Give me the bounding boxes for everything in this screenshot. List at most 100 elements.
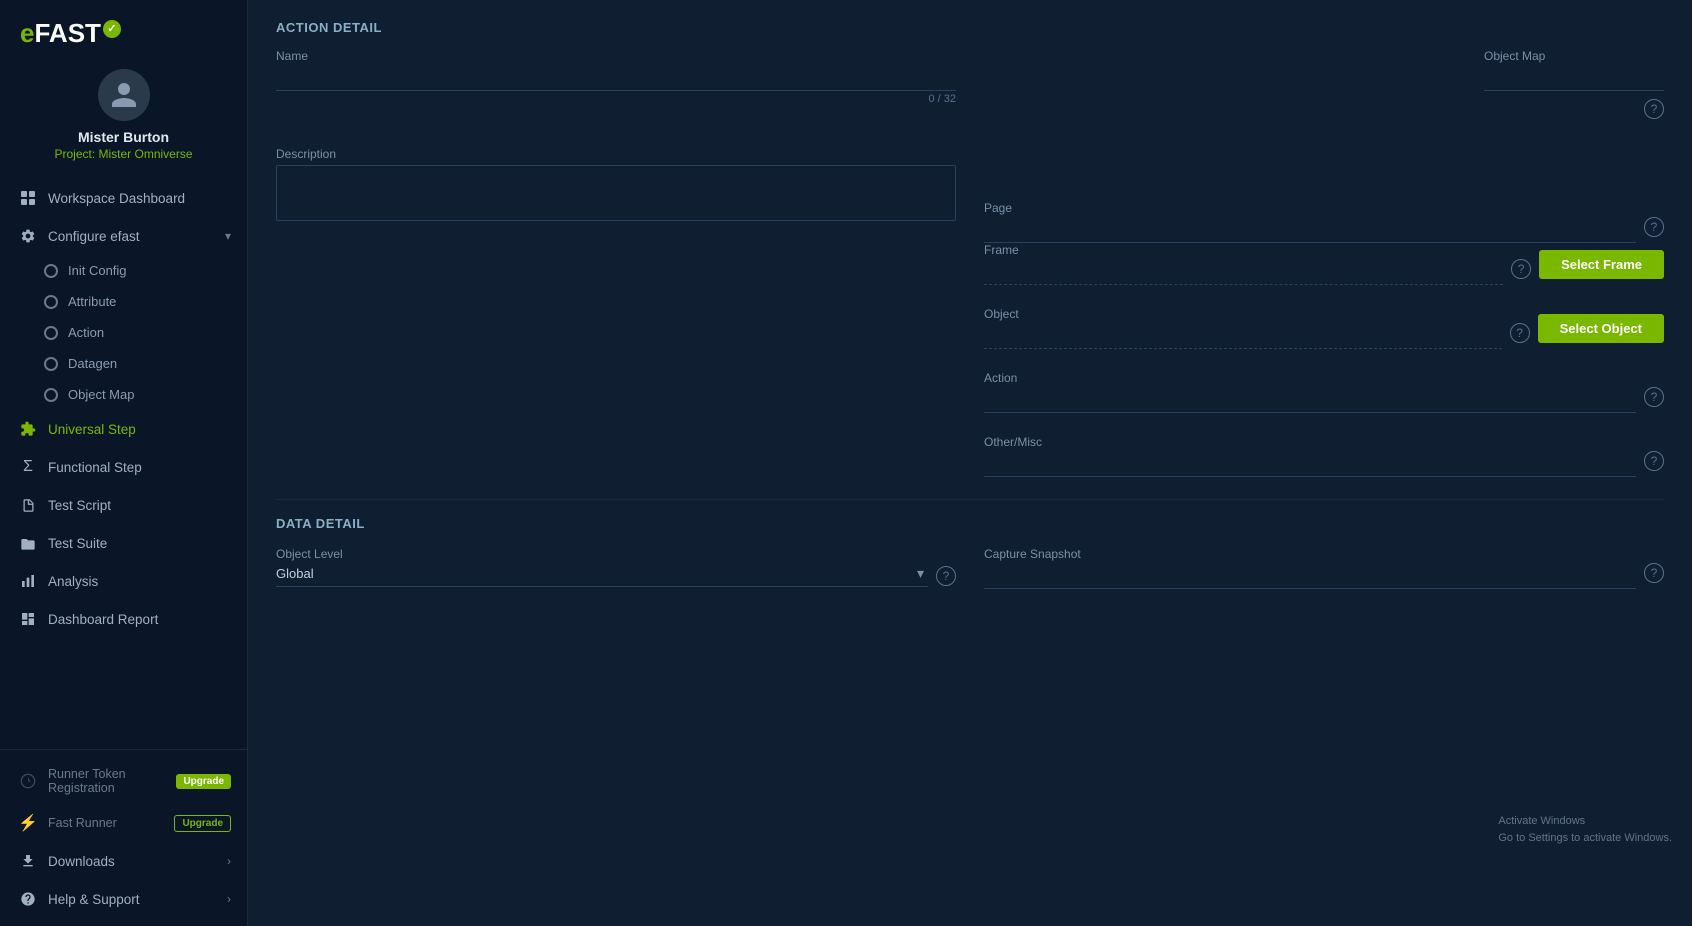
- capture-snapshot-input[interactable]: [984, 565, 1636, 589]
- form-row-6: Other/Misc ?: [248, 435, 1692, 499]
- chevron-right-icon: ›: [227, 854, 231, 868]
- data-detail-header: DATA DETAIL: [276, 516, 1664, 531]
- data-detail-section: DATA DETAIL Object Level Global ▾ ?: [248, 516, 1692, 609]
- sidebar-item-test-script[interactable]: Test Script: [0, 486, 247, 524]
- sidebar-label-object-map: Object Map: [68, 387, 134, 402]
- sidebar-label-universal-step: Universal Step: [48, 422, 231, 437]
- sidebar-item-help-support[interactable]: Help & Support ›: [0, 880, 247, 918]
- sidebar-item-test-suite[interactable]: Test Suite: [0, 524, 247, 562]
- activate-windows-line1: Activate Windows: [1498, 813, 1672, 830]
- runner-token-label: Runner Token Registration: [48, 767, 170, 795]
- other-misc-help-icon[interactable]: ?: [1644, 451, 1664, 471]
- form-row-2: Description Page ?: [248, 147, 1692, 243]
- frame-input[interactable]: [984, 261, 1503, 285]
- object-level-select[interactable]: Global: [276, 566, 917, 581]
- select-object-button[interactable]: Select Object: [1538, 314, 1664, 343]
- object-map-field: Object Map: [1484, 49, 1664, 91]
- object-map-help-icon[interactable]: ?: [1644, 99, 1664, 119]
- dashboard-icon: [18, 609, 38, 629]
- sidebar-label-functional-step: Functional Step: [48, 460, 231, 475]
- user-section: Mister Burton Project: Mister Omniverse: [0, 59, 247, 175]
- data-grid: Object Level Global ▾ ? Capture Snapshot: [276, 547, 1664, 589]
- sidebar-item-workspace-dashboard[interactable]: Workspace Dashboard: [0, 179, 247, 217]
- object-help-icon[interactable]: ?: [1510, 323, 1530, 343]
- sidebar-item-dashboard-report[interactable]: Dashboard Report: [0, 600, 247, 638]
- sidebar-item-downloads[interactable]: Downloads ›: [0, 842, 247, 880]
- dropdown-arrow-icon: ▾: [917, 565, 924, 582]
- frame-label: Frame: [984, 243, 1503, 257]
- name-label: Name: [276, 49, 956, 63]
- frame-field: Frame: [984, 243, 1503, 285]
- sidebar-label-action: Action: [68, 325, 104, 340]
- sub-dot-icon: [44, 295, 58, 309]
- sidebar-label-analysis: Analysis: [48, 574, 231, 589]
- frame-help-icon[interactable]: ?: [1511, 259, 1531, 279]
- capture-snapshot-field: Capture Snapshot: [984, 547, 1636, 589]
- lightning-icon: ⚡: [18, 813, 38, 833]
- object-input[interactable]: [984, 325, 1502, 349]
- sidebar-item-functional-step[interactable]: Σ Functional Step: [0, 448, 247, 486]
- empty-left: [276, 243, 956, 307]
- sidebar-sub-init-config[interactable]: Init Config: [0, 255, 247, 286]
- sidebar-label-workspace: Workspace Dashboard: [48, 191, 231, 206]
- sidebar-item-configure-efast[interactable]: Configure efast ▾: [0, 217, 247, 255]
- main-content: ACTION DETAIL Name 0 / 32 Object Map ? D…: [248, 0, 1692, 926]
- sidebar-sub-action[interactable]: Action: [0, 317, 247, 348]
- name-input[interactable]: [276, 67, 956, 91]
- user-name: Mister Burton: [78, 129, 169, 145]
- action-help-icon[interactable]: ?: [1644, 387, 1664, 407]
- sidebar-sub-object-map[interactable]: Object Map: [0, 379, 247, 410]
- form-row-3: Frame ? Select Frame: [248, 243, 1692, 307]
- logo-area: eFAST✓: [0, 0, 247, 59]
- select-frame-button[interactable]: Select Frame: [1539, 250, 1664, 279]
- sub-dot-icon: [44, 388, 58, 402]
- logo-text: eFAST✓: [20, 18, 121, 49]
- object-level-help-icon[interactable]: ?: [936, 566, 956, 586]
- sidebar-item-universal-step[interactable]: Universal Step: [0, 410, 247, 448]
- empty-left-2: [276, 307, 956, 371]
- form-row-1: Name 0 / 32 Object Map ?: [248, 49, 1692, 147]
- other-misc-label: Other/Misc: [984, 435, 1636, 449]
- object-level-wrapper: Object Level Global ▾ ?: [276, 547, 956, 589]
- page-help-icon[interactable]: ?: [1644, 217, 1664, 237]
- activate-windows-watermark: Activate Windows Go to Settings to activ…: [1498, 813, 1672, 846]
- action-label: Action: [984, 371, 1636, 385]
- capture-snapshot-wrapper: Capture Snapshot ?: [984, 547, 1664, 589]
- downloads-label: Downloads: [48, 854, 227, 869]
- sub-dot-icon: [44, 326, 58, 340]
- description-label: Description: [276, 147, 956, 161]
- logo-check-icon: ✓: [103, 20, 121, 38]
- sidebar-sub-datagen[interactable]: Datagen: [0, 348, 247, 379]
- token-icon: [18, 771, 38, 791]
- object-level-label: Object Level: [276, 547, 956, 561]
- page-input[interactable]: [984, 219, 1636, 243]
- sidebar-item-fast-runner[interactable]: ⚡ Fast Runner Upgrade: [0, 804, 247, 842]
- sidebar-item-analysis[interactable]: Analysis: [0, 562, 247, 600]
- page-field-wrapper: Page ?: [984, 147, 1664, 243]
- capture-snapshot-help-icon[interactable]: ?: [1644, 563, 1664, 583]
- user-icon: [109, 80, 139, 110]
- sidebar-label-datagen: Datagen: [68, 356, 117, 371]
- sidebar: eFAST✓ Mister Burton Project: Mister Omn…: [0, 0, 248, 926]
- sidebar-sub-attribute[interactable]: Attribute: [0, 286, 247, 317]
- sub-dot-icon: [44, 357, 58, 371]
- download-icon: [18, 851, 38, 871]
- upgrade-badge-outline[interactable]: Upgrade: [174, 815, 231, 832]
- object-map-input[interactable]: [1484, 67, 1664, 91]
- action-input[interactable]: [984, 389, 1636, 413]
- chevron-down-icon: ▾: [225, 229, 231, 243]
- project-name: Project: Mister Omniverse: [54, 147, 192, 161]
- doc-icon: [18, 495, 38, 515]
- description-input[interactable]: [276, 165, 956, 221]
- form-row-4: Object ? Select Object: [248, 307, 1692, 371]
- form-row-5: Action ?: [248, 371, 1692, 435]
- other-misc-input[interactable]: [984, 453, 1636, 477]
- action-detail-header: ACTION DETAIL: [248, 0, 1692, 49]
- chevron-right-icon-help: ›: [227, 892, 231, 906]
- sidebar-item-runner-token[interactable]: Runner Token Registration Upgrade: [0, 758, 247, 804]
- other-misc-field: Other/Misc: [984, 435, 1636, 477]
- upgrade-badge-solid[interactable]: Upgrade: [176, 774, 231, 789]
- fast-runner-label: Fast Runner: [48, 816, 168, 830]
- nav-bottom: Runner Token Registration Upgrade ⚡ Fast…: [0, 749, 247, 926]
- avatar: [98, 69, 150, 121]
